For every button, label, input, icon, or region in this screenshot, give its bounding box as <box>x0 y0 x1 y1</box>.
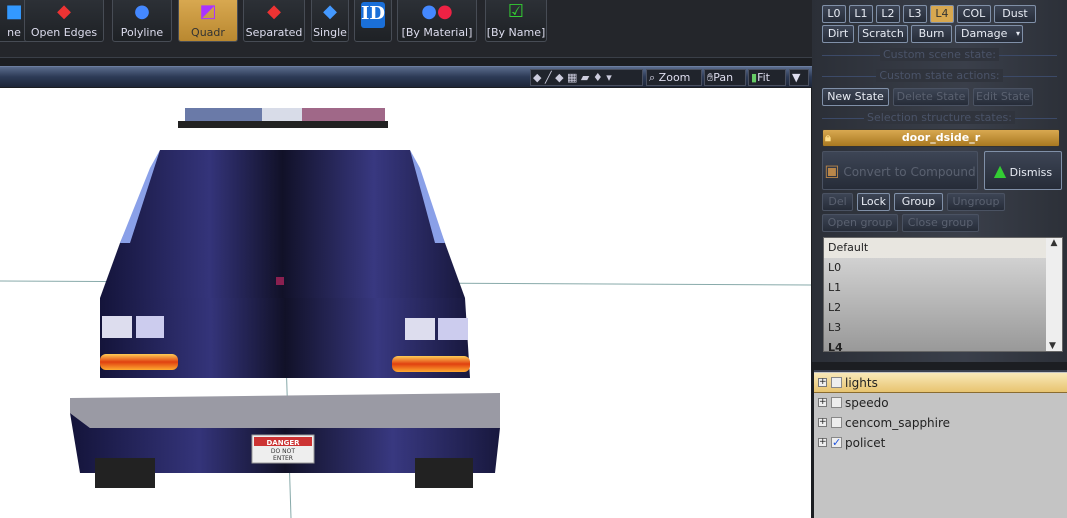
selection-structure-states-label: Selection structure states: <box>822 111 1057 124</box>
toolbar-button-separated[interactable]: ◆ Separated <box>243 0 305 42</box>
edit-state-button[interactable]: Edit State <box>973 88 1033 106</box>
scroll-down-icon: ▼ <box>1049 341 1056 351</box>
3d-viewport[interactable]: DANGER DO NOT ENTER <box>0 88 811 518</box>
lock-icon: 🔒︎ <box>825 131 831 144</box>
toolbar-button-open-edges[interactable]: ◆ Open Edges <box>24 0 104 42</box>
id-icon: ID <box>361 2 385 28</box>
sign-text-2: DO NOT <box>271 448 295 455</box>
checkbox[interactable] <box>831 377 842 388</box>
zoom-button[interactable]: ⌕ Zoom <box>646 69 702 86</box>
group-button[interactable]: Group <box>894 193 943 211</box>
toolbar-button-by-name[interactable]: ☑ [By Name] <box>485 0 547 42</box>
tree-item-speedo[interactable]: + speedo <box>814 393 1067 413</box>
car-hood <box>100 150 465 298</box>
burn-button[interactable]: Burn <box>911 25 952 43</box>
turn-signal-left <box>100 354 178 370</box>
checkbox[interactable] <box>831 417 842 428</box>
toolbar-button-by-material[interactable]: ●● [By Material] <box>397 0 477 42</box>
list-scrollbar[interactable]: ▲ ▼ <box>1046 238 1062 351</box>
top-toolbar: ■ ne ◆ Open Edges ● Polyline ◩ Quadr ◆ Separa… <box>0 0 812 58</box>
tree-item-lights[interactable]: + lights <box>814 373 1067 393</box>
pan-button[interactable]: ✋︎Pan <box>704 69 746 86</box>
states-list[interactable]: Default L0 L1 L2 L3 L4 ▲ ▼ <box>823 237 1063 352</box>
toolbar-button-quadr[interactable]: ◩ Quadr <box>178 0 238 42</box>
delete-state-button[interactable]: Delete State <box>893 88 969 106</box>
selected-object-bar[interactable]: 🔒︎ door_dside_r <box>822 129 1060 147</box>
viewport-toolbar: ◆ ╱ ◆ ▦ ▰ ♦ ▾ ⌕ Zoom ✋︎Pan ▮Fit ▼ <box>0 66 812 87</box>
sign-text-1: DANGER <box>266 439 300 447</box>
close-group-button[interactable]: Close group <box>902 214 979 232</box>
expand-icon[interactable]: + <box>818 438 827 447</box>
magnifier-icon: ⌕ <box>649 71 659 84</box>
toolbar-button-single[interactable]: ◆ Single <box>311 0 349 42</box>
checkbox[interactable] <box>831 397 842 408</box>
expand-icon[interactable]: + <box>818 418 827 427</box>
lod-l4-button[interactable]: L4 <box>930 5 954 23</box>
new-state-button[interactable]: New State <box>822 88 889 106</box>
del-button[interactable]: Del <box>822 193 853 211</box>
object-tree: + lights + speedo + cencom_sapphire + ✓ polic… <box>814 370 1067 518</box>
render-icons: ◆ ╱ ◆ ▦ ▰ ♦ ▾ <box>533 71 612 84</box>
material-icon: ●● <box>421 1 453 22</box>
expand-icon[interactable]: + <box>818 398 827 407</box>
scroll-up-icon: ▲ <box>1050 238 1058 248</box>
state-item-l1[interactable]: L1 <box>824 278 1062 298</box>
chevron-down-icon: ▼ <box>792 71 801 84</box>
state-item-l2[interactable]: L2 <box>824 298 1062 318</box>
polyline-icon: ● <box>134 1 150 22</box>
dust-button[interactable]: Dust <box>994 5 1036 23</box>
turn-signal-right <box>392 356 470 372</box>
name-list-icon: ☑ <box>507 1 525 22</box>
custom-scene-state-label: Custom scene state: <box>822 48 1057 61</box>
scratch-button[interactable]: Scratch <box>858 25 908 43</box>
dismiss-button[interactable]: ▲ Dismiss <box>984 151 1062 190</box>
toolbar-button-polyline[interactable]: ● Polyline <box>112 0 172 42</box>
headlight-left <box>102 316 132 338</box>
custom-state-actions-label: Custom state actions: <box>822 69 1057 82</box>
state-item-l4[interactable]: L4 <box>824 338 1062 351</box>
dirt-button[interactable]: Dirt <box>822 25 854 43</box>
toolbar-button-id[interactable]: ID <box>354 0 392 42</box>
single-icon: ◆ <box>323 1 337 22</box>
box-arrow-icon: ▣ <box>824 161 840 180</box>
state-item-l3[interactable]: L3 <box>824 318 1062 338</box>
box-up-arrow-icon: ▲ <box>993 161 1007 180</box>
expand-icon[interactable]: + <box>818 378 827 387</box>
convert-to-compound-button[interactable]: ▣ Convert to Compound <box>822 151 978 190</box>
state-item-default[interactable]: Default <box>824 238 1062 258</box>
tree-item-policet[interactable]: + ✓ policet <box>814 433 1067 453</box>
viewport-menu-dropdown[interactable]: ▼ <box>789 69 809 86</box>
checkbox-checked[interactable]: ✓ <box>831 437 842 448</box>
sign-text-3: ENTER <box>273 455 293 462</box>
headlight-right <box>405 318 435 340</box>
lod-l1-button[interactable]: L1 <box>849 5 873 23</box>
ungroup-button[interactable]: Ungroup <box>947 193 1005 211</box>
chevron-down-icon: ▾ <box>1015 29 1020 38</box>
tree-item-cencom-sapphire[interactable]: + cencom_sapphire <box>814 413 1067 433</box>
damage-dropdown[interactable]: Damage ▾ <box>955 25 1023 43</box>
car-model: DANGER DO NOT ENTER <box>0 108 811 518</box>
state-item-l0[interactable]: L0 <box>824 258 1062 278</box>
lod-l3-button[interactable]: L3 <box>903 5 927 23</box>
open-edges-icon: ◆ <box>57 1 71 22</box>
col-button[interactable]: COL <box>957 5 991 23</box>
quadr-icon: ◩ <box>199 1 217 22</box>
separated-icon: ◆ <box>267 1 281 22</box>
render-mode-tools[interactable]: ◆ ╱ ◆ ▦ ▰ ♦ ▾ <box>530 69 643 86</box>
lock-button[interactable]: Lock <box>857 193 890 211</box>
open-group-button[interactable]: Open group <box>822 214 898 232</box>
fit-button[interactable]: ▮Fit <box>748 69 786 86</box>
lod-l2-button[interactable]: L2 <box>876 5 900 23</box>
lod-l0-button[interactable]: L0 <box>822 5 846 23</box>
